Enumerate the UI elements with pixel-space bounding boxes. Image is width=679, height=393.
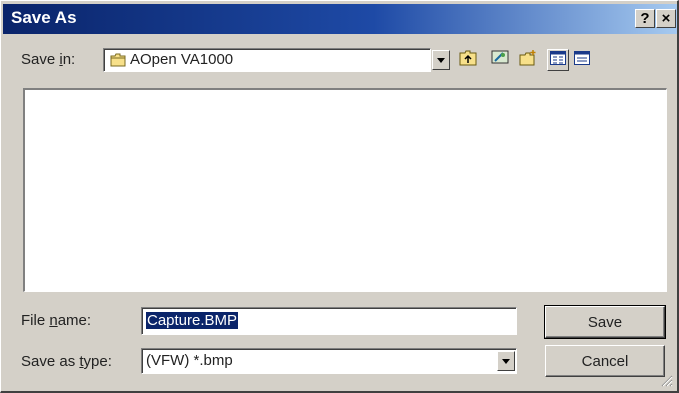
help-button[interactable]: ?: [635, 9, 655, 28]
up-one-level-button[interactable]: [457, 49, 479, 71]
new-folder-icon: [519, 49, 537, 71]
close-button[interactable]: ×: [656, 9, 676, 28]
cancel-button-label: Cancel: [581, 352, 629, 370]
save-button[interactable]: Save: [544, 305, 666, 339]
title-bar[interactable]: Save As ? ×: [3, 4, 677, 34]
chevron-down-icon: [437, 57, 445, 63]
save-in-dropdown-button[interactable]: [432, 50, 450, 70]
up-one-level-icon: [459, 50, 477, 71]
save-button-label: Save: [587, 313, 623, 331]
folder-icon: [110, 53, 126, 72]
save-as-type-combo[interactable]: (VFW) *.bmp: [141, 348, 517, 374]
file-name-input[interactable]: Capture.BMP: [141, 307, 517, 335]
window-title: Save As: [11, 8, 77, 27]
chevron-down-icon: [502, 358, 510, 364]
file-list-area[interactable]: [23, 88, 667, 292]
new-folder-button[interactable]: [517, 49, 539, 71]
save-in-combo[interactable]: AOpen VA1000: [103, 48, 431, 72]
save-in-value: AOpen VA1000: [130, 51, 234, 68]
save-as-type-value: (VFW) *.bmp: [146, 352, 233, 369]
resize-grip-icon[interactable]: [659, 373, 673, 392]
save-in-label: Save in:: [21, 51, 76, 68]
desktop-icon: [491, 50, 509, 71]
list-view-button[interactable]: [547, 49, 569, 71]
desktop-button[interactable]: [489, 49, 511, 71]
file-name-label: File name:: [21, 312, 92, 329]
save-as-type-dropdown-button[interactable]: [497, 351, 515, 371]
help-icon: ?: [640, 10, 650, 27]
details-view-button[interactable]: [571, 49, 593, 71]
cancel-button[interactable]: Cancel: [545, 345, 665, 377]
details-view-icon: [574, 50, 590, 70]
list-view-icon: [550, 50, 566, 70]
file-name-value: Capture.BMP: [146, 312, 239, 329]
save-as-type-label: Save as type:: [21, 353, 112, 370]
save-as-dialog: Save As ? × Save in: AOpen VA1000 File n…: [0, 0, 679, 393]
close-icon: ×: [661, 10, 671, 27]
